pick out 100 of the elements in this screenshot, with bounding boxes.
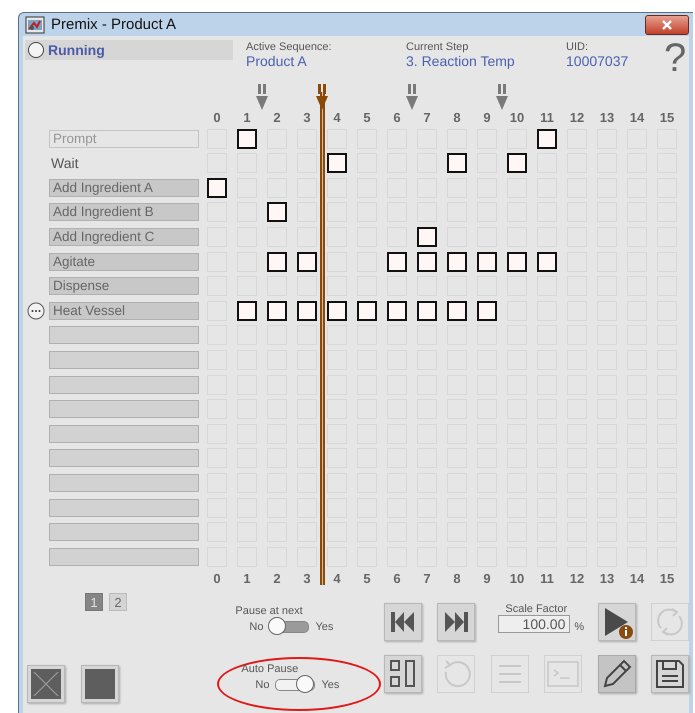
status-label: Running	[48, 42, 105, 58]
active-step-cell[interactable]	[537, 252, 557, 272]
active-step-cell[interactable]	[447, 300, 467, 321]
active-step-cell[interactable]	[477, 252, 497, 272]
info-caption: Current Step	[406, 41, 470, 54]
column-number: 15	[658, 110, 676, 126]
step-label[interactable]: Agitate	[49, 252, 199, 271]
step-slot[interactable]	[49, 326, 199, 344]
toggle-off-label: No	[255, 679, 270, 691]
step-slot[interactable]	[49, 376, 199, 394]
step-slot[interactable]	[49, 523, 199, 542]
step-slot[interactable]	[49, 400, 199, 418]
app-icon	[25, 16, 45, 34]
column-number: 3	[302, 571, 312, 587]
column-number: 9	[482, 110, 492, 126]
step-slot[interactable]	[49, 449, 199, 468]
column-number: 11	[539, 571, 555, 587]
skip-forward-button[interactable]	[437, 603, 475, 641]
step-label[interactable]: Wait	[49, 155, 78, 172]
unit-label: %	[574, 621, 584, 633]
page-button[interactable]: 1	[85, 593, 103, 611]
more-icon[interactable]	[27, 302, 45, 320]
active-step-cell[interactable]	[267, 300, 287, 321]
step-slot[interactable]	[49, 548, 199, 566]
active-step-cell[interactable]	[417, 300, 437, 321]
column-number: 3	[302, 110, 312, 126]
step-label[interactable]: Add Ingredient C	[49, 228, 199, 246]
active-step-cell[interactable]	[387, 300, 407, 321]
toggle-on-label: Yes	[315, 621, 334, 633]
active-step-cell[interactable]	[267, 252, 287, 272]
step-label[interactable]: Heat Vessel	[49, 302, 199, 320]
column-number: 2	[272, 110, 282, 126]
scale-factor-field[interactable]: 100.00	[498, 615, 570, 633]
info-value: 10007037	[566, 53, 630, 70]
skip-back-button[interactable]	[384, 603, 422, 641]
edit-button[interactable]	[598, 655, 636, 693]
column-number: 4	[332, 571, 342, 587]
column-number: 0	[212, 571, 222, 587]
column-number: 8	[452, 110, 462, 126]
column-number: 13	[598, 110, 616, 126]
save-button[interactable]	[651, 655, 689, 693]
active-step-cell[interactable]	[327, 300, 347, 321]
step-slot[interactable]	[49, 498, 199, 517]
column-number: 5	[362, 110, 372, 126]
active-step-cell[interactable]	[237, 300, 257, 321]
active-step-cell[interactable]	[447, 252, 467, 272]
column-number: 14	[628, 571, 646, 587]
help-icon[interactable]: ?	[664, 36, 686, 82]
page-button[interactable]: 2	[109, 593, 127, 611]
close-icon	[661, 20, 673, 30]
active-step-cell[interactable]	[477, 300, 497, 321]
active-step-cell[interactable]	[387, 252, 407, 272]
step-slot[interactable]	[49, 424, 199, 443]
column-number: 1	[242, 110, 252, 126]
step-label[interactable]: Dispense	[49, 277, 199, 296]
window-title: Premix - Product A	[51, 16, 176, 34]
active-step-cell[interactable]	[507, 153, 527, 174]
pause-marker[interactable]	[405, 84, 419, 110]
toggle-caption: Auto Pause	[241, 663, 298, 675]
column-number: 12	[568, 110, 586, 126]
step-slot[interactable]	[49, 350, 199, 369]
column-number: 1	[242, 571, 252, 587]
toggle-on-label: Yes	[321, 679, 340, 691]
column-number: 15	[658, 571, 676, 587]
column-number: 5	[362, 571, 372, 587]
info-value: 3. Reaction Temp	[406, 53, 516, 70]
active-step-cell[interactable]	[357, 300, 377, 321]
layout-button[interactable]	[384, 655, 422, 693]
active-step-cell[interactable]	[267, 202, 287, 222]
info-caption: Active Sequence:	[246, 41, 333, 54]
current-step-marker[interactable]	[315, 84, 329, 110]
scale-factor-label: Scale Factor	[505, 603, 568, 615]
column-number: 12	[568, 571, 586, 587]
toggle-off-label: No	[249, 621, 264, 633]
cancel-button[interactable]	[27, 665, 65, 703]
play-button[interactable]	[598, 603, 636, 641]
column-number: 7	[422, 571, 432, 587]
stop-button[interactable]	[81, 665, 119, 703]
column-number: 13	[598, 571, 616, 587]
info-value: Product A	[246, 53, 308, 70]
active-step-cell[interactable]	[507, 252, 527, 272]
active-step-cell[interactable]	[207, 178, 227, 198]
active-step-cell[interactable]	[297, 300, 317, 321]
column-number: 2	[272, 571, 282, 587]
active-step-cell[interactable]	[447, 153, 467, 174]
column-number: 9	[482, 571, 492, 587]
close-button[interactable]	[645, 14, 689, 35]
active-step-cell[interactable]	[327, 153, 347, 174]
pause-marker[interactable]	[495, 84, 509, 110]
step-label[interactable]: Add Ingredient A	[49, 178, 199, 197]
active-step-cell[interactable]	[297, 252, 317, 272]
step-label[interactable]: Add Ingredient B	[49, 203, 199, 222]
info-caption: UID:	[566, 41, 589, 54]
column-number: 10	[508, 110, 526, 126]
active-step-cell[interactable]	[417, 252, 437, 272]
pause-marker[interactable]	[255, 84, 269, 110]
active-step-cell[interactable]	[417, 226, 437, 247]
column-number: 8	[452, 571, 462, 587]
step-slot[interactable]	[49, 474, 199, 492]
column-number: 6	[392, 110, 402, 126]
